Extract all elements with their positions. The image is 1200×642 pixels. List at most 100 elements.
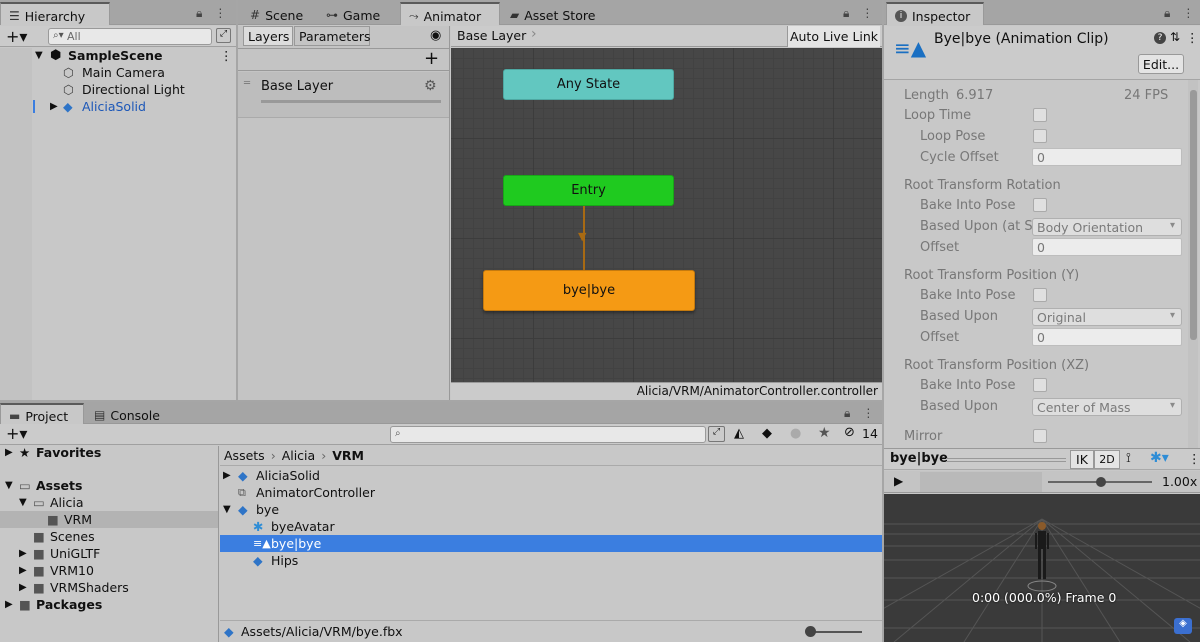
- expand-arrow-icon[interactable]: ▼: [19, 497, 27, 508]
- 2d-button[interactable]: 2D: [1094, 450, 1120, 469]
- icon-size-slider-thumb[interactable]: [805, 626, 816, 637]
- tab-hierarchy[interactable]: ☰ Hierarchy: [0, 2, 110, 25]
- hierarchy-item[interactable]: ▶ ◆ AliciaSolid: [0, 98, 236, 115]
- file-item[interactable]: ⧉ AnimatorController: [220, 484, 882, 501]
- mirror-checkbox[interactable]: [1033, 429, 1047, 443]
- file-item[interactable]: ◆ Hips: [220, 552, 882, 569]
- filter-by-type-icon[interactable]: ◭: [734, 426, 744, 441]
- inspector-menu-icon[interactable]: ⋮: [1186, 30, 1199, 45]
- preview-drag-bar[interactable]: [946, 458, 1066, 462]
- tree-favorites[interactable]: ▶ ★ Favorites: [0, 444, 218, 461]
- file-item[interactable]: ▶ ◆ AliciaSolid: [220, 467, 882, 484]
- bake-position-y-checkbox[interactable]: [1033, 288, 1047, 302]
- tree-packages[interactable]: ▶ ■ Packages: [0, 596, 218, 613]
- expand-arrow-icon[interactable]: ▼: [5, 480, 13, 491]
- cycle-offset-field[interactable]: 0: [1032, 148, 1182, 166]
- add-icon[interactable]: +▾: [6, 27, 27, 46]
- play-icon[interactable]: ▶: [894, 474, 903, 488]
- bake-position-xz-checkbox[interactable]: [1033, 378, 1047, 392]
- auto-live-link-button[interactable]: Auto Live Link: [787, 26, 880, 47]
- breadcrumb-base-layer[interactable]: Base Layer: [457, 28, 526, 43]
- any-state-node[interactable]: Any State: [503, 69, 674, 100]
- preview-menu-icon[interactable]: ⋮: [1188, 451, 1200, 466]
- tab-asset-store[interactable]: ▰ Asset Store: [502, 2, 603, 25]
- edit-button[interactable]: Edit...: [1138, 54, 1184, 74]
- preset-icon[interactable]: ⇅: [1170, 30, 1180, 44]
- loop-pose-checkbox[interactable]: [1033, 129, 1047, 143]
- offset-rotation-field[interactable]: 0: [1032, 238, 1182, 256]
- layer-item-base[interactable]: ═ Base Layer ⚙: [238, 72, 449, 118]
- default-state-node[interactable]: bye|bye: [483, 270, 695, 311]
- loop-time-checkbox[interactable]: [1033, 108, 1047, 122]
- kebab-menu-icon[interactable]: ⋮: [214, 6, 226, 21]
- icon-size-slider-track[interactable]: [808, 631, 862, 633]
- breadcrumb-alicia[interactable]: Alicia: [282, 448, 316, 463]
- expand-arrow-icon[interactable]: ▶: [19, 582, 27, 593]
- ik-button[interactable]: IK: [1070, 450, 1094, 469]
- tree-vrm[interactable]: ■ VRM: [0, 511, 218, 528]
- scene-menu-icon[interactable]: ⋮: [220, 48, 233, 63]
- expand-arrow-icon[interactable]: ▼: [35, 50, 43, 61]
- scrollbar-thumb[interactable]: [1190, 90, 1197, 340]
- expand-arrow-icon[interactable]: ▶: [5, 447, 13, 458]
- filter-by-label-icon[interactable]: ◆: [762, 426, 772, 441]
- avatar-icon[interactable]: ✱▾: [1150, 450, 1169, 466]
- create-icon[interactable]: +▾: [6, 424, 27, 443]
- offset-y-field[interactable]: 0: [1032, 328, 1182, 346]
- tree-vrm10[interactable]: ▶ ■ VRM10: [0, 562, 218, 579]
- pivot-icon[interactable]: ⟟: [1126, 451, 1131, 466]
- based-upon-xz-dropdown[interactable]: Center of Mass: [1032, 398, 1182, 416]
- tree-unigltf[interactable]: ▶ ■ UniGLTF: [0, 545, 218, 562]
- kebab-menu-icon[interactable]: ⋮: [1182, 6, 1194, 21]
- tab-parameters[interactable]: Parameters: [294, 26, 371, 46]
- expand-arrow-icon[interactable]: ▶: [50, 101, 58, 112]
- kebab-menu-icon[interactable]: ⋮: [862, 406, 874, 421]
- hidden-eye-icon[interactable]: ⊘: [844, 425, 855, 440]
- expand-arrow-icon[interactable]: ▼: [223, 504, 231, 515]
- scene-row[interactable]: ▼ ⬢ SampleScene ⋮: [0, 47, 236, 64]
- add-layer-icon[interactable]: +: [424, 48, 439, 69]
- tree-assets[interactable]: ▼ ▭ Assets: [0, 477, 218, 494]
- bake-rotation-checkbox[interactable]: [1033, 198, 1047, 212]
- lock-icon[interactable]: 🔒︎: [196, 6, 202, 21]
- tab-scene[interactable]: # Scene: [242, 2, 311, 25]
- expand-arrow-icon[interactable]: ▶: [5, 599, 13, 610]
- lock-icon[interactable]: 🔒︎: [844, 406, 850, 421]
- preview-viewport[interactable]: 0:00 (000.0%) Frame 0 ◈: [884, 494, 1200, 642]
- tree-scenes[interactable]: ■ Scenes: [0, 528, 218, 545]
- eye-icon[interactable]: ◉: [430, 28, 441, 43]
- based-upon-rotation-dropdown[interactable]: Body Orientation: [1032, 218, 1182, 236]
- gear-icon[interactable]: ⚙: [424, 78, 437, 94]
- tree-vrmshaders[interactable]: ▶ ■ VRMShaders: [0, 579, 218, 596]
- inspector-scrollbar[interactable]: [1188, 80, 1198, 448]
- timeline-track[interactable]: [920, 472, 1042, 492]
- file-item[interactable]: ▼ ◆ bye: [220, 501, 882, 518]
- based-upon-y-dropdown[interactable]: Original: [1032, 308, 1182, 326]
- breadcrumb-vrm[interactable]: VRM: [332, 448, 364, 463]
- breadcrumb-assets[interactable]: Assets: [224, 448, 265, 463]
- kebab-menu-icon[interactable]: ⋮: [861, 6, 873, 21]
- entry-node[interactable]: Entry: [503, 175, 674, 206]
- tab-console[interactable]: ▤ Console: [86, 403, 168, 424]
- tab-inspector[interactable]: i Inspector: [886, 2, 984, 25]
- lock-icon[interactable]: 🔒︎: [1164, 6, 1170, 21]
- tree-alicia[interactable]: ▼ ▭ Alicia: [0, 494, 218, 511]
- hierarchy-item[interactable]: ⬡ Directional Light: [0, 81, 236, 98]
- drag-handle-icon[interactable]: ═: [244, 78, 250, 89]
- tag-icon[interactable]: ◈: [1174, 618, 1192, 634]
- expand-arrow-icon[interactable]: ▶: [223, 470, 231, 481]
- search-in-icon[interactable]: ⤢: [708, 426, 725, 442]
- lock-icon[interactable]: 🔒︎: [843, 6, 849, 21]
- file-item-selected[interactable]: ≡▲ bye|bye: [220, 535, 882, 552]
- tab-animator[interactable]: ⤳ Animator: [400, 2, 500, 25]
- search-status-icon[interactable]: ●: [790, 426, 801, 441]
- tab-game[interactable]: ⊶ Game: [318, 2, 388, 25]
- project-search-input[interactable]: ⌕: [390, 426, 706, 443]
- help-icon[interactable]: ?: [1154, 32, 1166, 44]
- tab-project[interactable]: ▬ Project: [0, 403, 84, 424]
- hierarchy-search-input[interactable]: ⌕▾ All: [48, 28, 212, 45]
- expand-arrow-icon[interactable]: ▶: [19, 548, 27, 559]
- speed-slider-thumb[interactable]: [1096, 477, 1106, 487]
- favorite-star-icon[interactable]: ★: [818, 425, 831, 441]
- file-item[interactable]: ✱ byeAvatar: [220, 518, 882, 535]
